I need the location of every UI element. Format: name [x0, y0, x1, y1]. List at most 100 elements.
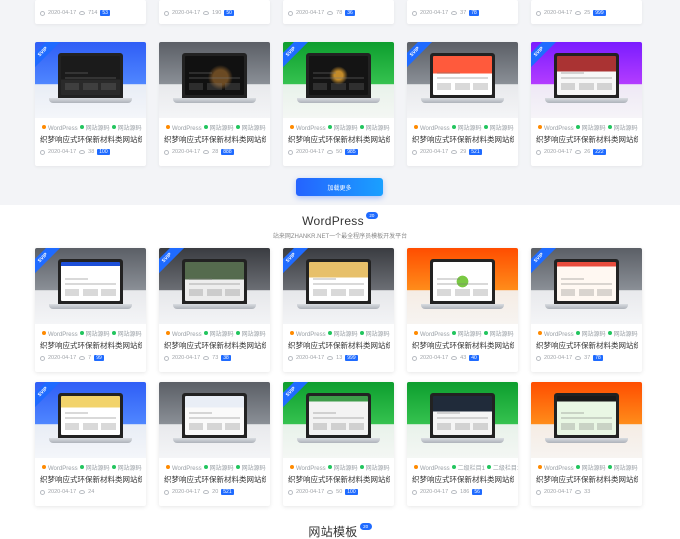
card-title[interactable]: 织梦响应式环保新材料类网站织... — [40, 134, 142, 145]
card-tag-tertiary[interactable]: 网站源码 — [118, 332, 142, 338]
templates-section-title[interactable]: 网站模板 20 — [0, 523, 680, 539]
template-card[interactable]: SVIP WordPress 网站源码 网站源码 织梦响应式环保新材料类网站织... 20… — [35, 382, 146, 506]
card-title[interactable]: 织梦响应式环保新材料类网站织... — [40, 474, 142, 485]
card-tag-tertiary[interactable]: 网站源码 — [242, 332, 266, 338]
template-card[interactable]: SVIP WordPress 网站源码 网站源码 织梦响应式环保新材料类网站织... 20… — [283, 42, 394, 166]
template-card[interactable]: SVIP WordPress 网站源码 网站源码 织梦响应式环保新材料类网站织... 20… — [407, 42, 518, 166]
card-title[interactable]: 织梦响应式环保新材料类网站织... — [288, 340, 390, 351]
template-thumbnail[interactable]: SVIP — [35, 42, 146, 118]
wordpress-section-title[interactable]: WordPress 20 — [0, 212, 680, 228]
card-tag-primary[interactable]: WordPress — [420, 126, 450, 132]
template-card[interactable]: SVIP WordPress 网站源码 网站源码 织梦响应式环保新材料类网站织... 20… — [531, 248, 642, 372]
card-title[interactable]: 织梦响应式环保新材料类网站织... — [536, 134, 638, 145]
card-tag-primary[interactable]: WordPress — [296, 126, 326, 132]
template-card[interactable]: WordPress 网站源码 网站源码 织梦响应式环保新材料类网站织... 2020-0… — [407, 248, 518, 372]
card-tag-primary[interactable]: WordPress — [296, 332, 326, 338]
card-title[interactable]: 织梦响应式环保新材料类网站织... — [40, 340, 142, 351]
card-tag-primary[interactable]: WordPress — [172, 332, 202, 338]
card-title[interactable]: 织梦响应式环保新材料类网站织... — [412, 340, 514, 351]
card-tag-primary[interactable]: WordPress — [296, 466, 326, 472]
card-tag-primary[interactable]: WordPress — [544, 332, 574, 338]
card-title[interactable]: 织梦响应式环保新材料类网站织... — [536, 474, 638, 485]
card-tag-primary[interactable]: WordPress — [48, 332, 78, 338]
card-tag-secondary[interactable]: 网站源码 — [210, 466, 234, 472]
card-title[interactable]: 织梦响应式环保新材料类网站织... — [288, 474, 390, 485]
template-thumbnail[interactable] — [531, 382, 642, 458]
card-tag-secondary[interactable]: 网站源码 — [582, 126, 606, 132]
category-dot-icon — [111, 125, 116, 129]
template-thumbnail[interactable]: SVIP — [35, 382, 146, 458]
card-tag-secondary[interactable]: 网站源码 — [334, 332, 358, 338]
card-tag-tertiary[interactable]: 网站源码 — [614, 332, 638, 338]
template-thumbnail[interactable] — [159, 382, 270, 458]
card-tag-secondary[interactable]: 网站源码 — [582, 466, 606, 472]
card-tag-tertiary[interactable]: 网站源码 — [490, 126, 514, 132]
card-title[interactable]: 织梦响应式环保新材料类网站织... — [164, 474, 266, 485]
card-tag-primary[interactable]: WordPress — [420, 466, 450, 472]
card-tag-primary[interactable]: WordPress — [544, 466, 574, 472]
template-thumbnail[interactable]: SVIP — [283, 42, 394, 118]
card-tag-tertiary[interactable]: 二级栏目1 — [493, 466, 518, 472]
template-thumbnail[interactable]: SVIP — [35, 248, 146, 324]
card-tag-primary[interactable]: WordPress — [48, 466, 78, 472]
card-tag-secondary[interactable]: 网站源码 — [86, 332, 110, 338]
card-tag-secondary[interactable]: 网站源码 — [86, 126, 110, 132]
card-tag-primary[interactable]: WordPress — [172, 466, 202, 472]
template-card[interactable]: SVIP WordPress 网站源码 网站源码 织梦响应式环保新材料类网站织... 20… — [35, 42, 146, 166]
template-thumbnail[interactable]: SVIP — [531, 248, 642, 324]
load-more-button[interactable]: 加载更多 — [296, 178, 383, 196]
card-tag-secondary[interactable]: 网站源码 — [334, 126, 358, 132]
card-tag-secondary[interactable]: 网站源码 — [86, 466, 110, 472]
card-tag-secondary[interactable]: 网站源码 — [458, 332, 482, 338]
card-tag-primary[interactable]: WordPress — [544, 126, 574, 132]
card-tag-tertiary[interactable]: 网站源码 — [242, 466, 266, 472]
template-thumbnail[interactable]: SVIP — [159, 248, 270, 324]
template-thumbnail[interactable]: SVIP — [283, 248, 394, 324]
template-card[interactable]: WordPress 网站源码 网站源码 织梦响应式环保新材料类网站织... 2020-0… — [531, 382, 642, 506]
template-card[interactable]: WordPress 二级栏目1 二级栏目1 织梦响应式环保新材料类网站织... 2020… — [407, 382, 518, 506]
card-tag-secondary[interactable]: 网站源码 — [334, 466, 358, 472]
template-thumbnail[interactable]: SVIP — [531, 42, 642, 118]
template-card[interactable]: 2020-04-17 78 36 — [283, 0, 394, 24]
template-card[interactable]: 2020-04-17 714 53 — [35, 0, 146, 24]
card-tag-tertiary[interactable]: 网站源码 — [490, 332, 514, 338]
template-thumbnail[interactable]: SVIP — [407, 42, 518, 118]
card-title[interactable]: 织梦响应式环保新材料类网站织... — [164, 340, 266, 351]
card-tag-primary[interactable]: WordPress — [48, 126, 78, 132]
card-tag-secondary[interactable]: 网站源码 — [210, 126, 234, 132]
card-tag-tertiary[interactable]: 网站源码 — [614, 466, 638, 472]
template-card[interactable]: 2020-04-17 190 50 — [159, 0, 270, 24]
card-title[interactable]: 织梦响应式环保新材料类网站织... — [412, 134, 514, 145]
template-card[interactable]: SVIP WordPress 网站源码 网站源码 织梦响应式环保新材料类网站织... 20… — [283, 248, 394, 372]
card-title[interactable]: 织梦响应式环保新材料类网站织... — [164, 134, 266, 145]
card-tag-tertiary[interactable]: 网站源码 — [366, 332, 390, 338]
template-card[interactable]: SVIP WordPress 网站源码 网站源码 织梦响应式环保新材料类网站织... 20… — [531, 42, 642, 166]
template-card[interactable]: SVIP WordPress 网站源码 网站源码 织梦响应式环保新材料类网站织... 20… — [35, 248, 146, 372]
template-card[interactable]: SVIP WordPress 网站源码 网站源码 织梦响应式环保新材料类网站织... 20… — [283, 382, 394, 506]
template-thumbnail[interactable] — [407, 382, 518, 458]
card-tag-secondary[interactable]: 网站源码 — [210, 332, 234, 338]
card-tag-secondary[interactable]: 二级栏目1 — [458, 466, 485, 472]
card-tag-tertiary[interactable]: 网站源码 — [614, 126, 638, 132]
template-card[interactable]: SVIP WordPress 网站源码 网站源码 织梦响应式环保新材料类网站织... 20… — [159, 248, 270, 372]
laptop-screen — [58, 53, 123, 98]
card-tag-secondary[interactable]: 网站源码 — [582, 332, 606, 338]
card-title[interactable]: 织梦响应式环保新材料类网站织... — [412, 474, 514, 485]
template-card[interactable]: 2020-04-17 25 999 — [531, 0, 642, 24]
template-card[interactable]: 2020-04-17 37 78 — [407, 0, 518, 24]
template-thumbnail[interactable] — [407, 248, 518, 324]
card-tag-secondary[interactable]: 网站源码 — [458, 126, 482, 132]
card-title[interactable]: 织梦响应式环保新材料类网站织... — [288, 134, 390, 145]
card-tag-tertiary[interactable]: 网站源码 — [118, 126, 142, 132]
template-card[interactable]: WordPress 网站源码 网站源码 织梦响应式环保新材料类网站织... 2020-0… — [159, 42, 270, 166]
card-tag-tertiary[interactable]: 网站源码 — [366, 466, 390, 472]
template-thumbnail[interactable] — [159, 42, 270, 118]
card-title[interactable]: 织梦响应式环保新材料类网站织... — [536, 340, 638, 351]
card-tag-tertiary[interactable]: 网站源码 — [242, 126, 266, 132]
card-tag-tertiary[interactable]: 网站源码 — [118, 466, 142, 472]
card-tag-primary[interactable]: WordPress — [420, 332, 450, 338]
card-tag-primary[interactable]: WordPress — [172, 126, 202, 132]
template-card[interactable]: WordPress 网站源码 网站源码 织梦响应式环保新材料类网站织... 2020-0… — [159, 382, 270, 506]
card-tag-tertiary[interactable]: 网站源码 — [366, 126, 390, 132]
template-thumbnail[interactable]: SVIP — [283, 382, 394, 458]
